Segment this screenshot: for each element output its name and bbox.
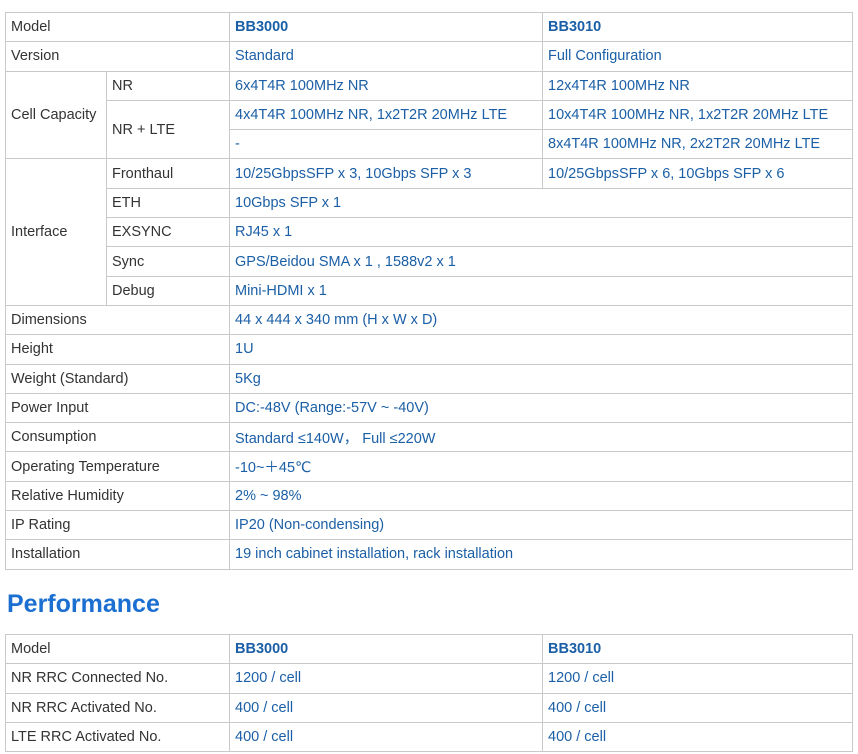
row-label: NR RRC Connected No. (5, 663, 230, 694)
table-row: EXSYNC RJ45 x 1 (6, 217, 853, 248)
header-model-bb3000: BB3000 (229, 11, 543, 43)
cell-value: 400 / cell (229, 692, 543, 723)
performance-heading: Performance (7, 590, 160, 618)
cell-value: DC:-48V (Range:-57V ~ -40V) (229, 392, 853, 424)
header-model-bb3000: BB3000 (229, 633, 543, 665)
table-row: Operating Temperature -10~＋45℃ (5, 451, 853, 482)
row-label: Consumption (5, 422, 230, 453)
table-row: Power Input DC:-48V (Range:-57V ~ -40V) (5, 392, 853, 424)
table-row: Height 1U (5, 334, 853, 365)
cell-value: Mini-HDMI x 1 (229, 275, 853, 306)
cell-value: 6x4T4R 100MHz NR (229, 70, 543, 101)
row-label: IP Rating (5, 510, 230, 541)
table-row: NR + LTE 4x4T4R 100MHz NR, 1x2T2R 20MHz … (6, 99, 853, 160)
row-label: Dimensions (5, 304, 230, 336)
cell-value: 4x4T4R 100MHz NR, 1x2T2R 20MHz LTE (229, 99, 543, 131)
table-row: Model BB3000 BB3010 (5, 633, 853, 665)
cell-value: 8x4T4R 100MHz NR, 2x2T2R 20MHz LTE (542, 129, 853, 160)
cell-value: RJ45 x 1 (229, 217, 853, 248)
cell-value: 1200 / cell (229, 663, 543, 694)
table-row: Dimensions 44 x 444 x 340 mm (H x W x D) (5, 304, 853, 336)
row-label: Operating Temperature (5, 451, 230, 482)
cell-value: - (229, 129, 543, 160)
performance-table: Model BB3000 BB3010 NR RRC Connected No.… (5, 633, 853, 753)
table-row: NR RRC Connected No. 1200 / cell 1200 / … (5, 663, 853, 694)
row-label: Relative Humidity (5, 480, 230, 512)
header-label: Model (5, 11, 230, 43)
sub-label: NR (106, 70, 230, 101)
cell-value: Standard (229, 41, 543, 72)
cell-value: 2% ~ 98% (229, 480, 853, 512)
cell-value: Standard ≤140W， Full ≤220W (229, 422, 853, 453)
table-row: Relative Humidity 2% ~ 98% (5, 480, 853, 512)
table-row: Debug Mini-HDMI x 1 (6, 275, 853, 306)
table-row: Version Standard Full Configuration (5, 41, 853, 72)
cell-value: 1U (229, 334, 853, 365)
sub-label: Debug (106, 275, 230, 306)
cell-value: -10~＋45℃ (229, 451, 853, 482)
row-label: Height (5, 334, 230, 365)
cell-value: 44 x 444 x 340 mm (H x W x D) (229, 304, 853, 336)
row-label: Version (5, 41, 230, 72)
cell-value: 12x4T4R 100MHz NR (542, 70, 853, 101)
row-label: NR RRC Activated No. (5, 692, 230, 723)
group-label-cell-capacity: Cell Capacity (5, 70, 107, 160)
cell-value: 400 / cell (542, 721, 853, 753)
table-row: Consumption Standard ≤140W， Full ≤220W (5, 422, 853, 453)
cell-value: Full Configuration (542, 41, 853, 72)
cell-value: 400 / cell (542, 692, 853, 723)
table-row: Cell Capacity NR 6x4T4R 100MHz NR 12x4T4… (5, 70, 853, 160)
row-label: Power Input (5, 392, 230, 424)
cell-value: IP20 (Non-condensing) (229, 510, 853, 541)
row-label: Weight (Standard) (5, 363, 230, 394)
sub-label: NR + LTE (106, 99, 230, 160)
group-label-interface: Interface (5, 158, 107, 306)
row-label: LTE RRC Activated No. (5, 721, 230, 753)
cell-value: 400 / cell (229, 721, 543, 753)
table-row: Interface Fronthaul 10/25GbpsSFP x 3, 10… (5, 158, 853, 306)
header-model-bb3010: BB3010 (542, 11, 853, 43)
table-row: Sync GPS/Beidou SMA x 1 , 1588v2 x 1 (6, 246, 853, 277)
sub-label: ETH (106, 187, 230, 219)
cell-value: 10/25GbpsSFP x 3, 10Gbps SFP x 3 (229, 158, 543, 189)
spec-table: Model BB3000 BB3010 Version Standard Ful… (5, 11, 853, 570)
table-row: Installation 19 inch cabinet installatio… (5, 539, 853, 570)
cell-value: 5Kg (229, 363, 853, 394)
table-row: IP Rating IP20 (Non-condensing) (5, 510, 853, 541)
sub-label: EXSYNC (106, 217, 230, 248)
sub-label: Fronthaul (106, 158, 230, 189)
sub-label: Sync (106, 246, 230, 277)
table-row: ETH 10Gbps SFP x 1 (6, 187, 853, 219)
table-row: Model BB3000 BB3010 (5, 11, 853, 43)
cell-value: 10Gbps SFP x 1 (229, 187, 853, 219)
cell-value: GPS/Beidou SMA x 1 , 1588v2 x 1 (229, 246, 853, 277)
cell-value: 10/25GbpsSFP x 6, 10Gbps SFP x 6 (542, 158, 853, 189)
table-row: LTE RRC Activated No. 400 / cell 400 / c… (5, 721, 853, 753)
table-row: NR RRC Activated No. 400 / cell 400 / ce… (5, 692, 853, 723)
cell-value: 1200 / cell (542, 663, 853, 694)
header-label: Model (5, 633, 230, 665)
row-label: Installation (5, 539, 230, 570)
cell-value: 19 inch cabinet installation, rack insta… (229, 539, 853, 570)
header-model-bb3010: BB3010 (542, 633, 853, 665)
table-row: Weight (Standard) 5Kg (5, 363, 853, 394)
cell-value: 10x4T4R 100MHz NR, 1x2T2R 20MHz LTE (542, 99, 853, 131)
